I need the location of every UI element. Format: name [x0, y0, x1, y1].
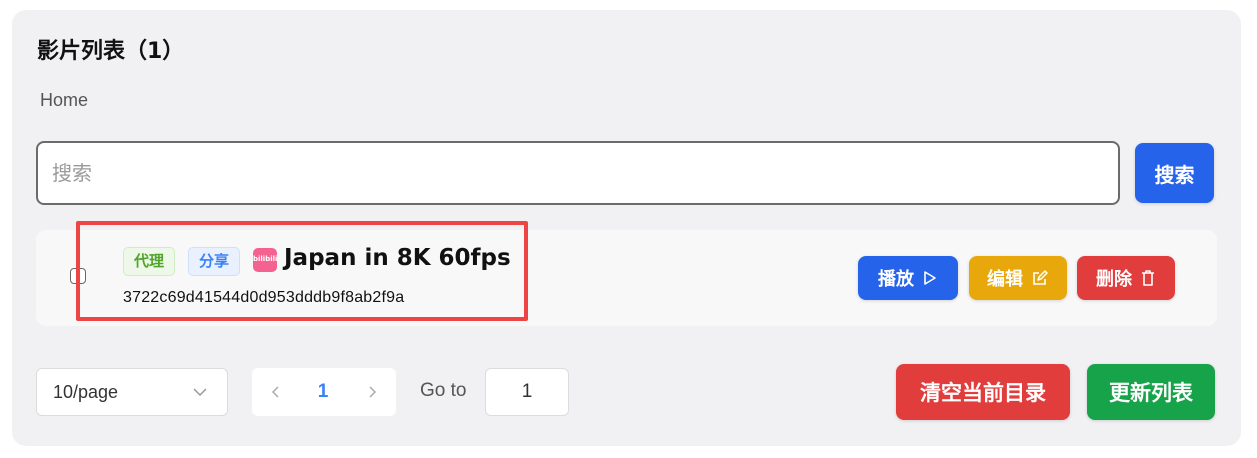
edit-button[interactable]: 编辑 — [969, 256, 1067, 300]
page-title: 影片列表（1） — [37, 39, 185, 64]
prev-page-button[interactable] — [262, 376, 290, 408]
page-size-value: 10/page — [53, 382, 119, 402]
trash-icon — [1142, 270, 1154, 286]
breadcrumb-home[interactable]: Home — [40, 90, 88, 111]
refresh-list-button[interactable]: 更新列表 — [1087, 364, 1215, 420]
delete-button[interactable]: 删除 — [1077, 256, 1175, 300]
edit-button-label: 编辑 — [987, 269, 1023, 290]
clear-directory-button[interactable]: 清空当前目录 — [896, 364, 1070, 420]
edit-icon — [1033, 270, 1048, 285]
highlight-box — [76, 221, 528, 321]
goto-label: Go to — [420, 380, 467, 401]
delete-button-label: 删除 — [1096, 269, 1132, 290]
current-page[interactable]: 1 — [300, 368, 346, 416]
chevron-right-icon — [369, 386, 377, 398]
search-button[interactable]: 搜索 — [1135, 143, 1214, 203]
goto-page-input[interactable] — [485, 368, 569, 416]
play-button[interactable]: 播放 — [858, 256, 958, 300]
play-icon — [924, 271, 936, 285]
chevron-left-icon — [271, 386, 279, 398]
next-page-button[interactable] — [358, 376, 386, 408]
chevron-down-icon — [193, 388, 207, 397]
search-input[interactable] — [36, 141, 1120, 205]
play-button-label: 播放 — [878, 269, 914, 290]
page-size-select[interactable]: 10/page — [36, 368, 228, 416]
